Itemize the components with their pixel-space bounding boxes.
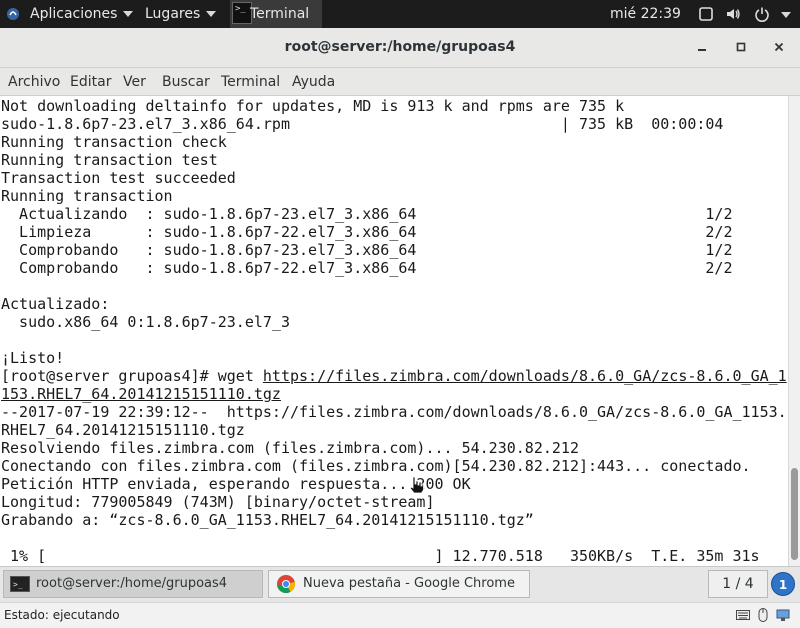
volume-icon[interactable] bbox=[725, 6, 741, 22]
download-progress-line: 1% [ ] 12.770.518 350KB/s T.E. 35m 31s bbox=[1, 547, 760, 565]
terminal-line: Not downloading deltainfo for updates, M… bbox=[1, 97, 625, 115]
window-title: root@server:/home/grupoas4 bbox=[284, 39, 516, 55]
terminal-line: Petición HTTP enviada, esperando respues… bbox=[1, 475, 471, 493]
terminal-scrollbar[interactable] bbox=[788, 96, 800, 566]
chrome-icon bbox=[277, 575, 296, 594]
shell-prompt: [root@server grupoas4]# wget bbox=[1, 367, 263, 385]
applications-icon bbox=[7, 8, 19, 20]
menu-terminal[interactable]: Terminal bbox=[221, 74, 280, 90]
task-terminal-window[interactable]: >_ root@server:/home/grupoas4 bbox=[3, 570, 263, 598]
screen-icon[interactable] bbox=[698, 6, 714, 22]
terminal-line: sudo.x86_64 0:1.8.6p7-23.el7_3 bbox=[1, 313, 290, 331]
terminal-line: Limpieza : sudo-1.8.6p7-22.el7_3.x86_64 … bbox=[1, 223, 733, 241]
maximize-icon bbox=[736, 42, 746, 52]
terminal-line: Running transaction bbox=[1, 187, 173, 205]
terminal-line: Transaction test succeeded bbox=[1, 169, 236, 187]
hand-cursor-icon bbox=[409, 476, 424, 494]
network-icon[interactable] bbox=[776, 608, 790, 622]
terminal-line: ¡Listo! bbox=[1, 349, 65, 367]
wget-url-link[interactable]: 153.RHEL7_64.20141215151110.tgz bbox=[1, 385, 281, 403]
chevron-down-icon[interactable] bbox=[781, 12, 791, 18]
places-menu[interactable]: Lugares bbox=[145, 0, 217, 28]
minimize-icon bbox=[698, 49, 706, 51]
minimize-button[interactable] bbox=[692, 38, 712, 58]
svg-text:>_: >_ bbox=[13, 580, 23, 589]
menu-editar[interactable]: Editar bbox=[70, 74, 111, 90]
terminal-line: Resolviendo files.zimbra.com (files.zimb… bbox=[1, 439, 579, 457]
task-label: root@server:/home/grupoas4 bbox=[36, 576, 228, 591]
places-label: Lugares bbox=[145, 6, 201, 22]
terminal-line: Running transaction check bbox=[1, 133, 227, 151]
terminal-output[interactable]: Not downloading deltainfo for updates, M… bbox=[0, 96, 788, 566]
terminal-line: Actualizando : sudo-1.8.6p7-23.el7_3.x86… bbox=[1, 205, 733, 223]
wget-url-link[interactable]: https://files.zimbra.com/downloads/8.6.0… bbox=[263, 367, 787, 385]
chevron-down-icon bbox=[123, 11, 134, 17]
menu-ver[interactable]: Ver bbox=[123, 74, 146, 90]
keyboard-icon[interactable] bbox=[736, 608, 750, 622]
terminal-prompt-line: [root@server grupoas4]# wget https://fil… bbox=[1, 367, 787, 385]
clock[interactable]: mié 22:39 bbox=[610, 0, 681, 28]
terminal-line: Conectando con files.zimbra.com (files.z… bbox=[1, 457, 751, 475]
menu-buscar[interactable]: Buscar bbox=[162, 74, 210, 90]
scrollbar-thumb[interactable] bbox=[791, 468, 798, 560]
mouse-icon[interactable] bbox=[756, 608, 770, 622]
menu-bar: Archivo Editar Ver Buscar Terminal Ayuda bbox=[0, 68, 800, 96]
status-bar: Estado: ejecutando bbox=[0, 602, 800, 628]
menu-ayuda[interactable]: Ayuda bbox=[292, 74, 335, 90]
window-titlebar[interactable]: root@server:/home/grupoas4 bbox=[0, 28, 800, 68]
notification-badge[interactable]: 1 bbox=[771, 572, 795, 596]
close-button[interactable] bbox=[769, 38, 789, 58]
terminal-app-label: Terminal bbox=[250, 6, 310, 22]
terminal-line: --2017-07-19 22:39:12-- https://files.zi… bbox=[1, 403, 787, 421]
terminal-line: Running transaction test bbox=[1, 151, 218, 169]
terminal-app-menu[interactable]: >_ Terminal bbox=[230, 0, 322, 45]
terminal-line: Grabando a: “zcs-8.6.0_GA_1153.RHEL7_64.… bbox=[1, 511, 534, 529]
terminal-line: Comprobando : sudo-1.8.6p7-23.el7_3.x86_… bbox=[1, 241, 733, 259]
terminal-line: Longitud: 779005849 (743M) [binary/octet… bbox=[1, 493, 435, 511]
applications-label: Aplicaciones bbox=[30, 6, 118, 22]
terminal-line: RHEL7_64.20141215151110.tgz bbox=[1, 421, 245, 439]
maximize-button[interactable] bbox=[731, 38, 751, 58]
power-icon[interactable] bbox=[754, 6, 770, 22]
terminal-line: Actualizado: bbox=[1, 295, 110, 313]
terminal-icon: >_ bbox=[10, 576, 30, 592]
top-panel: Aplicaciones Lugares >_ Terminal mié 22:… bbox=[0, 0, 800, 45]
status-text: Estado: ejecutando bbox=[4, 608, 120, 622]
task-label: Nueva pestaña - Google Chrome bbox=[303, 576, 515, 591]
task-chrome-window[interactable]: Nueva pestaña - Google Chrome bbox=[268, 570, 530, 598]
applications-menu[interactable]: Aplicaciones bbox=[30, 0, 134, 28]
workspace-switcher[interactable]: 1 / 4 bbox=[708, 570, 768, 598]
close-icon bbox=[774, 42, 784, 52]
menu-archivo[interactable]: Archivo bbox=[8, 74, 60, 90]
terminal-line: sudo-1.8.6p7-23.el7_3.x86_64.rpm | 735 k… bbox=[1, 115, 724, 133]
taskbar: >_ root@server:/home/grupoas4 Nueva pest… bbox=[0, 566, 800, 602]
terminal-line: Comprobando : sudo-1.8.6p7-22.el7_3.x86_… bbox=[1, 259, 733, 277]
terminal-icon: >_ bbox=[232, 2, 252, 24]
chevron-down-icon bbox=[206, 11, 217, 17]
